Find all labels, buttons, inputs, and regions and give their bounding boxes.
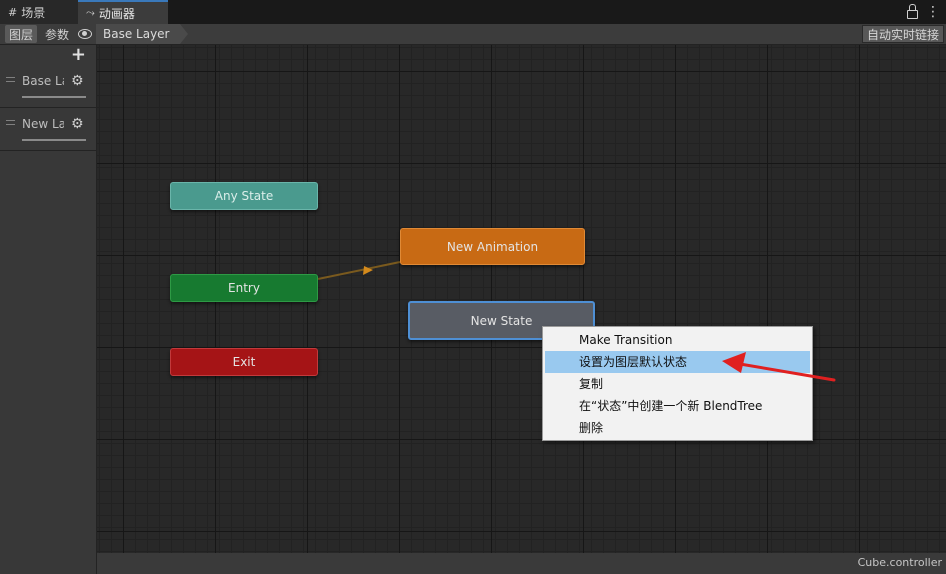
parameters-tab-button[interactable]: 参数: [40, 25, 74, 43]
state-new-animation[interactable]: New Animation: [400, 228, 585, 265]
tab-animator-label: 动画器: [98, 6, 135, 21]
layer-item[interactable]: Base Layer ⚙: [0, 65, 96, 108]
window-tab-bar: # 场景 ⤳ 动画器 ⋮: [0, 0, 946, 24]
gear-icon[interactable]: ⚙: [71, 73, 84, 89]
layer-weight-bar: [22, 139, 86, 141]
auto-live-link-button[interactable]: 自动实时链接: [862, 25, 944, 43]
layer-item[interactable]: New Layer ⚙: [0, 108, 96, 151]
menu-item-create-blendtree[interactable]: 在“状态”中创建一个新 BlendTree: [545, 395, 810, 417]
menu-item-delete[interactable]: 删除: [545, 417, 810, 439]
tab-actions: ⋮: [907, 0, 940, 24]
animator-icon: ⤳: [86, 6, 95, 19]
tab-animator[interactable]: ⤳ 动画器: [78, 0, 168, 24]
breadcrumb-label: Base Layer: [103, 27, 170, 41]
drag-handle-icon[interactable]: [6, 77, 15, 82]
state-any-state[interactable]: Any State: [170, 182, 318, 210]
eye-icon: [78, 29, 92, 39]
breadcrumb[interactable]: Base Layer: [96, 24, 187, 44]
eye-toggle-button[interactable]: [76, 25, 94, 43]
layers-tab-button[interactable]: 图层: [5, 25, 37, 43]
tab-scene[interactable]: # 场景: [0, 0, 78, 24]
menu-item-make-transition[interactable]: Make Transition: [545, 329, 810, 351]
controller-filename: Cube.controller: [857, 556, 942, 569]
entry-default-transition: [317, 261, 401, 280]
status-bar: Cube.controller: [97, 553, 946, 574]
more-options-icon[interactable]: ⋮: [926, 5, 940, 19]
state-machine-graph[interactable]: Any State Entry Exit New Animation New S…: [97, 45, 946, 553]
add-layer-icon[interactable]: +: [71, 46, 86, 64]
lock-icon[interactable]: [907, 3, 918, 19]
layer-name: Base Layer: [22, 74, 64, 88]
state-entry[interactable]: Entry: [170, 274, 318, 302]
state-exit[interactable]: Exit: [170, 348, 318, 376]
grid-icon: #: [8, 5, 18, 19]
layers-panel: + Base Layer ⚙ New Layer ⚙: [0, 45, 97, 574]
layer-name: New Layer: [22, 117, 64, 131]
menu-item-copy[interactable]: 复制: [545, 373, 810, 395]
context-menu: Make Transition 设置为图层默认状态 复制 在“状态”中创建一个新…: [542, 326, 813, 441]
menu-item-set-default-state[interactable]: 设置为图层默认状态: [545, 351, 810, 373]
tab-scene-label: 场景: [21, 5, 46, 20]
drag-handle-icon[interactable]: [6, 120, 15, 125]
layer-weight-bar: [22, 96, 86, 98]
layers-panel-header: +: [0, 45, 96, 65]
animator-toolbar: 图层 参数 Base Layer 自动实时链接: [0, 24, 946, 45]
gear-icon[interactable]: ⚙: [71, 116, 84, 132]
